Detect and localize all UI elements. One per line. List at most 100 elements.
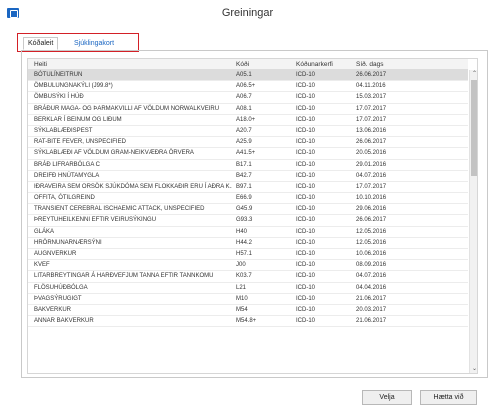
- table-row[interactable]: TRANSIENT CEREBRAL ISCHAEMIC ATTACK, UNS…: [28, 204, 468, 216]
- scroll-down-icon[interactable]: ⌄: [470, 365, 477, 373]
- grid-rows: BÓTULÍNEITRUN A05.1 ICD-10 26.06.2017 ÖMBULU…: [28, 70, 468, 328]
- cell-kodunarkerfi: ICD-10: [296, 262, 316, 269]
- cell-kodi: B17.1: [236, 161, 252, 168]
- column-header-kodunarkerfi[interactable]: Kóðunarkerfi: [296, 59, 352, 70]
- cell-heiti: IÐRAVEIRA SEM ORSÖK SJÚKDÓMA SEM FLOKKAÐ…: [34, 183, 232, 190]
- cell-kodi: H44.2: [236, 239, 253, 246]
- cell-kodi: A25.9: [236, 139, 252, 146]
- table-row[interactable]: BERKLAR Í BEINUM OG LIÐUM A18.0+ ICD-10 17.…: [28, 114, 468, 126]
- cell-kodunarkerfi: ICD-10: [296, 94, 316, 101]
- cell-heiti: SÝKLABLÆÐISPEST: [34, 127, 93, 134]
- cell-kodi: A05.1: [236, 72, 252, 78]
- table-row[interactable]: RAT-BITE FEVER, UNSPECIFIED A25.9 ICD-10 26…: [28, 137, 468, 149]
- cell-kodunarkerfi: ICD-10: [296, 306, 316, 313]
- cell-kodunarkerfi: ICD-10: [296, 295, 316, 302]
- cell-kodunarkerfi: ICD-10: [296, 161, 316, 168]
- cell-kodunarkerfi: ICD-10: [296, 195, 316, 202]
- cell-kodi: A06.7: [236, 94, 252, 101]
- cell-heiti: OFFITA, ÓTILGREIND: [34, 195, 95, 202]
- cell-heiti: TRANSIENT CEREBRAL ISCHAEMIC ATTACK, UNS…: [34, 206, 205, 213]
- cell-sid-dags: 13.06.2016: [356, 127, 387, 134]
- cell-sid-dags: 17.07.2017: [356, 116, 387, 123]
- table-row[interactable]: ÞREYTUHEILKENNI EFTIR VEIRUSÝKINGU G93.3 I…: [28, 215, 468, 227]
- table-row[interactable]: OFFITA, ÓTILGREIND E66.9 ICD-10 10.10.2016: [28, 193, 468, 205]
- cell-kodunarkerfi: ICD-10: [296, 127, 316, 134]
- diagnosis-grid: Heiti Kóði Kóðunarkerfi Síð. dags BÓTULÍ…: [27, 58, 478, 374]
- cell-heiti: LITARBREYTINGAR Á HARÐVEFJUM TANNA EFTIR…: [34, 273, 214, 280]
- cell-sid-dags: 20.03.2017: [356, 306, 387, 313]
- scrollbar-thumb[interactable]: [471, 80, 477, 176]
- cell-kodi: G45.9: [236, 206, 253, 213]
- cell-sid-dags: 12.05.2016: [356, 228, 387, 235]
- cell-heiti: ÖMBULUNGNAKÝLI (J99.8*): [34, 83, 113, 90]
- table-row[interactable]: AUGNVERKUR H57.1 ICD-10 10.06.2016: [28, 249, 468, 261]
- cell-sid-dags: 04.04.2016: [356, 284, 387, 291]
- table-row[interactable]: IÐRAVEIRA SEM ORSÖK SJÚKDÓMA SEM FLOKKAÐ…: [28, 181, 468, 194]
- cell-sid-dags: 08.09.2016: [356, 262, 387, 269]
- cell-sid-dags: 26.06.2017: [356, 72, 387, 78]
- cell-heiti: ANNAR BAKVERKUR: [34, 318, 94, 325]
- tab-kodaleit[interactable]: Kóðaleit: [23, 37, 59, 50]
- vertical-scrollbar[interactable]: ⌃ ⌄: [469, 70, 477, 373]
- column-header-sid-dags[interactable]: Síð. dags: [356, 59, 456, 70]
- table-row[interactable]: BÓTULÍNEITRUN A05.1 ICD-10 26.06.2017: [28, 70, 468, 82]
- table-row[interactable]: ANNAR BAKVERKUR M54.8+ ICD-10 21.06.2017: [28, 316, 468, 328]
- window-title: Greiningar: [221, 7, 274, 19]
- cell-heiti: AUGNVERKUR: [34, 251, 77, 257]
- table-row[interactable]: FLÖSUHÚÐBÓLGA L21 ICD-10 04.04.2016: [28, 282, 468, 294]
- cell-kodunarkerfi: ICD-10: [296, 284, 316, 291]
- cell-kodunarkerfi: ICD-10: [296, 217, 316, 224]
- cell-kodunarkerfi: ICD-10: [296, 251, 316, 257]
- table-row[interactable]: HRÖRNUNARNÆRSÝNI H44.2 ICD-10 12.05.2016: [28, 237, 468, 249]
- cell-sid-dags: 10.06.2016: [356, 251, 387, 257]
- table-row[interactable]: DREIFÐ HNÚTAMYGLA B42.7 ICD-10 04.07.2016: [28, 170, 468, 182]
- grid-header: Heiti Kóði Kóðunarkerfi Síð. dags: [28, 59, 468, 70]
- cell-kodi: L21: [236, 284, 247, 291]
- scroll-up-icon[interactable]: ⌃: [470, 70, 477, 78]
- tab-sjuklingakort[interactable]: Sjúklingakort: [69, 37, 120, 50]
- table-row[interactable]: ÖMBULUNGNAKÝLI (J99.8*) A06.5+ ICD-10 04.11…: [28, 81, 468, 93]
- table-row[interactable]: GLÁKA H40 ICD-10 12.05.2016: [28, 226, 468, 238]
- table-row[interactable]: SÝKLABLÆÐISPEST A20.7 ICD-10 13.06.2016: [28, 125, 468, 138]
- cell-kodi: G93.3: [236, 217, 253, 224]
- cell-kodi: B97.1: [236, 183, 252, 190]
- cell-heiti: DREIFÐ HNÚTAMYGLA: [34, 172, 100, 179]
- table-row[interactable]: BRÁÐUR MAGA- OG ÞARMAKVILLI AF VÖLDUM NO…: [28, 103, 468, 115]
- table-row[interactable]: ÖMBUSÝKI Í HÚÐ A06.7 ICD-10 15.03.2017: [28, 92, 468, 104]
- table-row[interactable]: BRÁÐ LIFRARBÓLGA C B17.1 ICD-10 29.01.2016: [28, 159, 468, 171]
- column-header-heiti[interactable]: Heiti: [34, 59, 232, 70]
- cell-sid-dags: 15.03.2017: [356, 94, 387, 101]
- cell-kodunarkerfi: ICD-10: [296, 139, 316, 146]
- table-row[interactable]: BAKVERKUR M54 ICD-10 20.03.2017: [28, 304, 468, 317]
- select-button[interactable]: Velja: [362, 390, 412, 405]
- cell-kodi: H57.1: [236, 251, 253, 257]
- cell-kodunarkerfi: ICD-10: [296, 83, 316, 90]
- table-row[interactable]: ÞVAGSÝRUGIGT M10 ICD-10 21.06.2017: [28, 293, 468, 305]
- cell-sid-dags: 17.07.2017: [356, 183, 387, 190]
- cell-sid-dags: 26.06.2017: [356, 217, 387, 224]
- cell-heiti: HRÖRNUNARNÆRSÝNI: [34, 239, 102, 246]
- column-header-kodi[interactable]: Kóði: [236, 59, 292, 70]
- table-row[interactable]: SÝKLABLÆÐI AF VÖLDUM GRAM-NEIKVÆÐRA ÖRVE…: [28, 148, 468, 160]
- cell-kodunarkerfi: ICD-10: [296, 116, 316, 123]
- cell-kodi: A41.5+: [236, 150, 256, 157]
- cell-sid-dags: 10.10.2016: [356, 195, 387, 202]
- cell-kodunarkerfi: ICD-10: [296, 105, 316, 112]
- cell-sid-dags: 12.05.2016: [356, 239, 387, 246]
- cell-sid-dags: 04.07.2016: [356, 172, 387, 179]
- cell-kodunarkerfi: ICD-10: [296, 150, 316, 157]
- cell-kodi: A08.1: [236, 105, 252, 112]
- table-row[interactable]: KVEF J00 ICD-10 08.09.2016: [28, 260, 468, 272]
- cell-heiti: BRÁÐUR MAGA- OG ÞARMAKVILLI AF VÖLDUM NO…: [34, 105, 220, 112]
- table-row[interactable]: LITARBREYTINGAR Á HARÐVEFJUM TANNA EFTIR…: [28, 271, 468, 283]
- cell-heiti: KVEF: [34, 262, 50, 269]
- cell-kodunarkerfi: ICD-10: [296, 318, 316, 325]
- cell-sid-dags: 29.01.2016: [356, 161, 387, 168]
- cell-heiti: BÓTULÍNEITRUN: [34, 72, 83, 78]
- cell-sid-dags: 26.06.2017: [356, 139, 387, 146]
- cell-heiti: BRÁÐ LIFRARBÓLGA C: [34, 161, 101, 168]
- cell-kodi: M54: [236, 306, 248, 313]
- title-bar: Greiningar: [0, 0, 495, 28]
- cancel-button[interactable]: Hætta við: [420, 390, 477, 405]
- cell-heiti: BAKVERKUR: [34, 306, 72, 313]
